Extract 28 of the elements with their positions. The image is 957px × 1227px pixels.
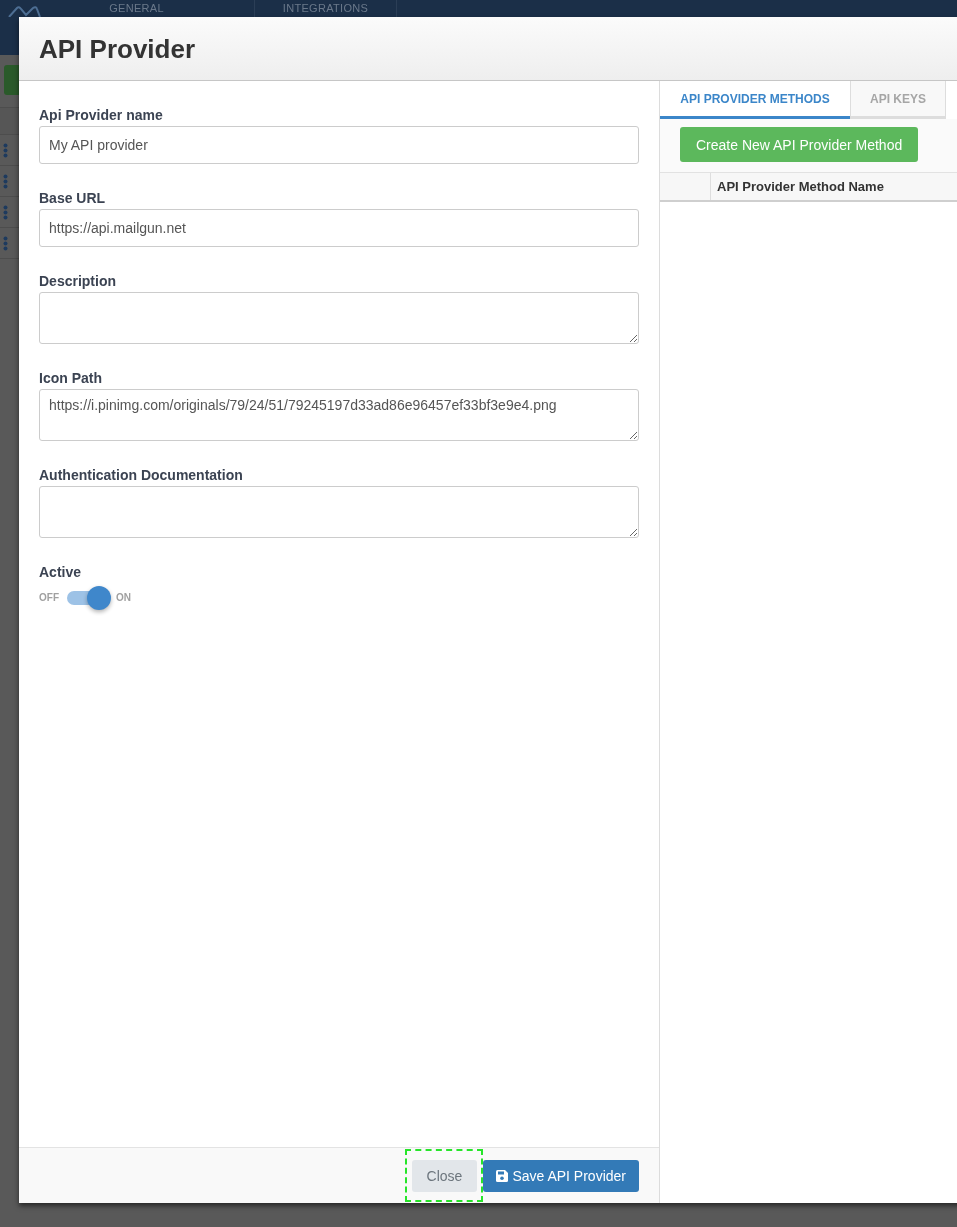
vertical-dots-icon[interactable] [3, 235, 8, 251]
field-label: Authentication Documentation [39, 466, 243, 485]
create-method-button[interactable]: Create New API Provider Method [680, 127, 919, 162]
vertical-dots-icon[interactable] [3, 173, 8, 189]
toggle-off-label: OFF [39, 592, 59, 604]
text-area[interactable]: https://i.pinimg.com/originals/79/24/51/79245197d33ad86e96457ef33bf3e9e4.png [39, 389, 639, 441]
vertical-dots-icon[interactable] [3, 204, 8, 220]
field-label: Api Provider name [39, 106, 163, 125]
vertical-dots-icon[interactable] [3, 142, 8, 158]
toggle-switch[interactable] [67, 586, 112, 610]
nav-tab[interactable]: GENERAL [109, 2, 164, 14]
text-area[interactable] [39, 292, 639, 344]
field-label: Base URL [39, 189, 106, 208]
save-button[interactable]: Save API Provider [483, 1159, 639, 1192]
panel-tab[interactable]: API KEYS [850, 81, 946, 119]
logo-icon [8, 6, 44, 17]
column-header: API Provider Method Name [716, 178, 885, 196]
toggle-on-label: ON [116, 592, 131, 604]
text-input[interactable]: My API provider [39, 126, 639, 164]
field-label: Icon Path [39, 369, 102, 388]
close-button[interactable]: Close [411, 1159, 478, 1192]
text-input[interactable]: https://api.mailgun.net [39, 209, 639, 247]
text-area[interactable] [39, 486, 639, 538]
add-button[interactable] [4, 65, 19, 95]
field-label: Active [39, 563, 82, 582]
nav-tab[interactable]: INTEGRATIONS [282, 2, 369, 14]
field-label: Description [39, 272, 116, 291]
modal-title: API Provider [39, 33, 196, 64]
